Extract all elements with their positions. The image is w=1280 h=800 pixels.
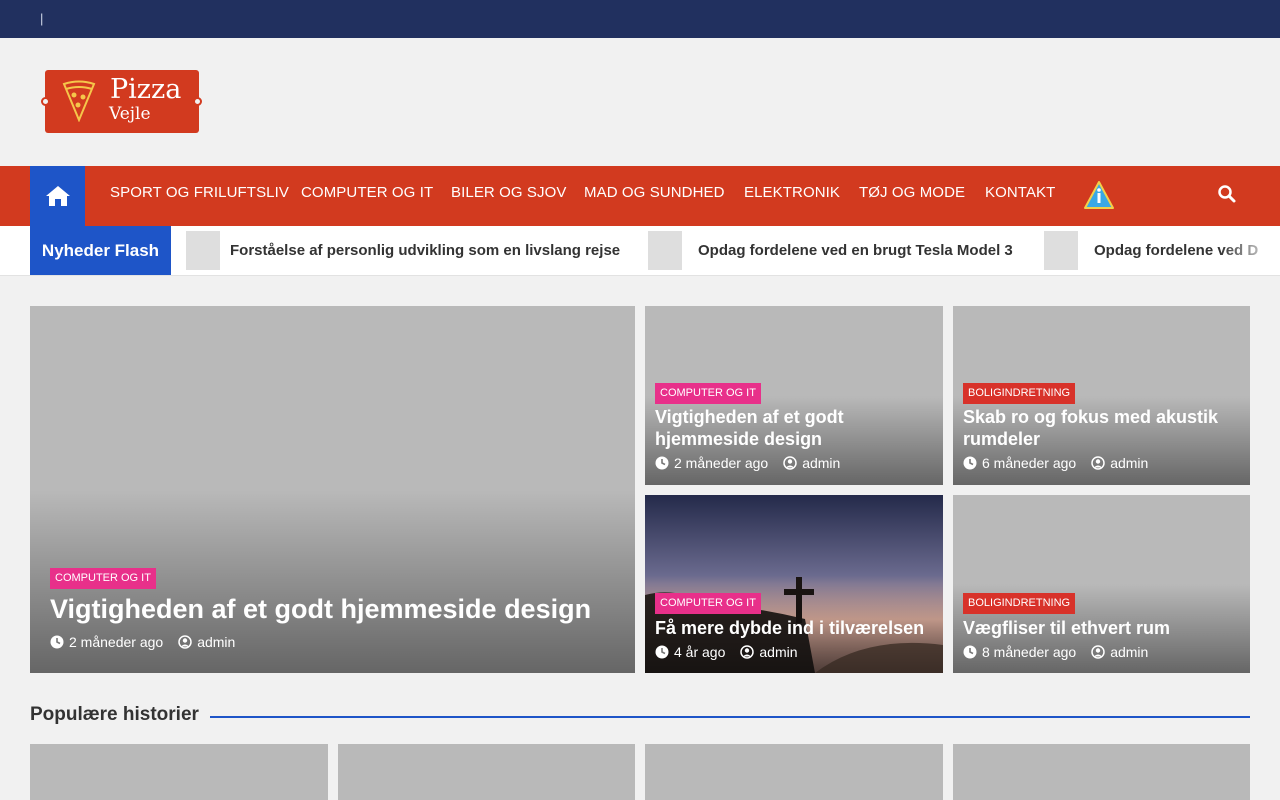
post-time: 4 år ago	[674, 644, 726, 660]
popular-story-card[interactable]	[30, 744, 328, 800]
card-meta: 2 måneder ago admin	[655, 455, 840, 471]
card-title[interactable]: Vigtigheden af et godt hjemmeside design	[655, 406, 935, 450]
news-flash-label: Nyheder Flash	[30, 226, 171, 275]
logo-word-pizza: Pizza	[110, 74, 182, 105]
post-time: 8 måneder ago	[982, 644, 1077, 660]
card-title[interactable]: Få mere dybde ind i tilværelsen	[655, 617, 935, 639]
post-author[interactable]: admin	[759, 644, 797, 660]
nav-item-elektronik[interactable]: ELEKTRONIK	[744, 166, 840, 220]
home-icon	[45, 186, 70, 206]
post-author[interactable]: admin	[802, 455, 840, 471]
post-time: 6 måneder ago	[982, 455, 1077, 471]
search-icon[interactable]	[1217, 184, 1237, 204]
flash-thumbnail[interactable]	[1044, 231, 1078, 270]
section-divider	[210, 716, 1250, 718]
popular-story-card[interactable]	[645, 744, 943, 800]
clock-icon	[655, 456, 669, 470]
user-icon	[1091, 645, 1105, 659]
featured-card[interactable]: COMPUTER OG IT Vigtigheden af et godt hj…	[645, 306, 943, 485]
site-logo[interactable]: Pizza Vejle	[41, 70, 206, 133]
nav-item-toj-og-mode[interactable]: TØJ OG MODE	[859, 166, 965, 220]
nav-item-sport-og-friluftsliv[interactable]: SPORT OG FRILUFTSLIV	[110, 166, 289, 220]
flash-item-link[interactable]: Forståelse af personlig udvikling som en…	[230, 226, 620, 275]
home-button[interactable]	[30, 166, 85, 226]
card-meta: 8 måneder ago admin	[963, 644, 1148, 660]
user-icon	[783, 456, 797, 470]
category-tag[interactable]: COMPUTER OG IT	[50, 568, 156, 589]
featured-main-card[interactable]: COMPUTER OG IT Vigtigheden af et godt hj…	[30, 306, 635, 673]
card-meta: 4 år ago admin	[655, 644, 798, 660]
post-time: 2 måneder ago	[674, 455, 769, 471]
category-tag[interactable]: BOLIGINDRETNING	[963, 593, 1076, 614]
featured-card[interactable]: COMPUTER OG IT Få mere dybde ind i tilvæ…	[645, 495, 943, 673]
post-author[interactable]: admin	[1110, 455, 1148, 471]
flash-thumbnail[interactable]	[648, 231, 682, 270]
user-icon	[1091, 456, 1105, 470]
featured-card[interactable]: BOLIGINDRETNING Vægfliser til ethvert ru…	[953, 495, 1250, 673]
topbar-separator: |	[40, 11, 44, 26]
flash-fade	[1220, 226, 1280, 275]
card-title[interactable]: Vægfliser til ethvert rum	[963, 617, 1243, 639]
warning-icon[interactable]	[1083, 180, 1115, 210]
post-time: 2 måneder ago	[69, 634, 164, 650]
card-title[interactable]: Vigtigheden af et godt hjemmeside design	[50, 592, 615, 626]
nav-item-mad-og-sundhed[interactable]: MAD OG SUNDHED	[584, 166, 725, 220]
pizza-slice-icon	[62, 80, 96, 122]
logo-hole-right	[193, 97, 202, 106]
top-bar: |	[0, 0, 1280, 38]
news-flash-bar: Nyheder Flash Forståelse af personlig ud…	[0, 226, 1280, 276]
nav-item-computer-og-it[interactable]: COMPUTER OG IT	[301, 166, 433, 220]
featured-card[interactable]: BOLIGINDRETNING Skab ro og fokus med aku…	[953, 306, 1250, 485]
flash-item-link[interactable]: Opdag fordelene ved en brugt Tesla Model…	[698, 226, 1013, 275]
post-author[interactable]: admin	[197, 634, 235, 650]
nav-item-kontakt[interactable]: KONTAKT	[985, 166, 1055, 220]
category-tag[interactable]: COMPUTER OG IT	[655, 593, 761, 614]
clock-icon	[963, 456, 977, 470]
popular-story-card[interactable]	[953, 744, 1250, 800]
nav-item-biler-og-sjov[interactable]: BILER OG SJOV	[451, 166, 567, 220]
clock-icon	[963, 645, 977, 659]
popular-story-card[interactable]	[338, 744, 635, 800]
logo-hole-left	[41, 97, 50, 106]
user-icon	[740, 645, 755, 659]
card-meta: 2 måneder ago admin	[50, 634, 235, 650]
logo-word-vejle: Vejle	[109, 104, 151, 124]
category-tag[interactable]: COMPUTER OG IT	[655, 383, 761, 404]
user-icon	[178, 635, 192, 649]
popular-stories-heading: Populære historier	[30, 704, 199, 725]
flash-thumbnail[interactable]	[186, 231, 220, 270]
category-tag[interactable]: BOLIGINDRETNING	[963, 383, 1076, 404]
post-author[interactable]: admin	[1110, 644, 1148, 660]
clock-icon	[655, 645, 669, 659]
clock-icon	[50, 635, 64, 649]
card-meta: 6 måneder ago admin	[963, 455, 1148, 471]
card-title[interactable]: Skab ro og fokus med akustik rumdeler	[963, 406, 1243, 450]
